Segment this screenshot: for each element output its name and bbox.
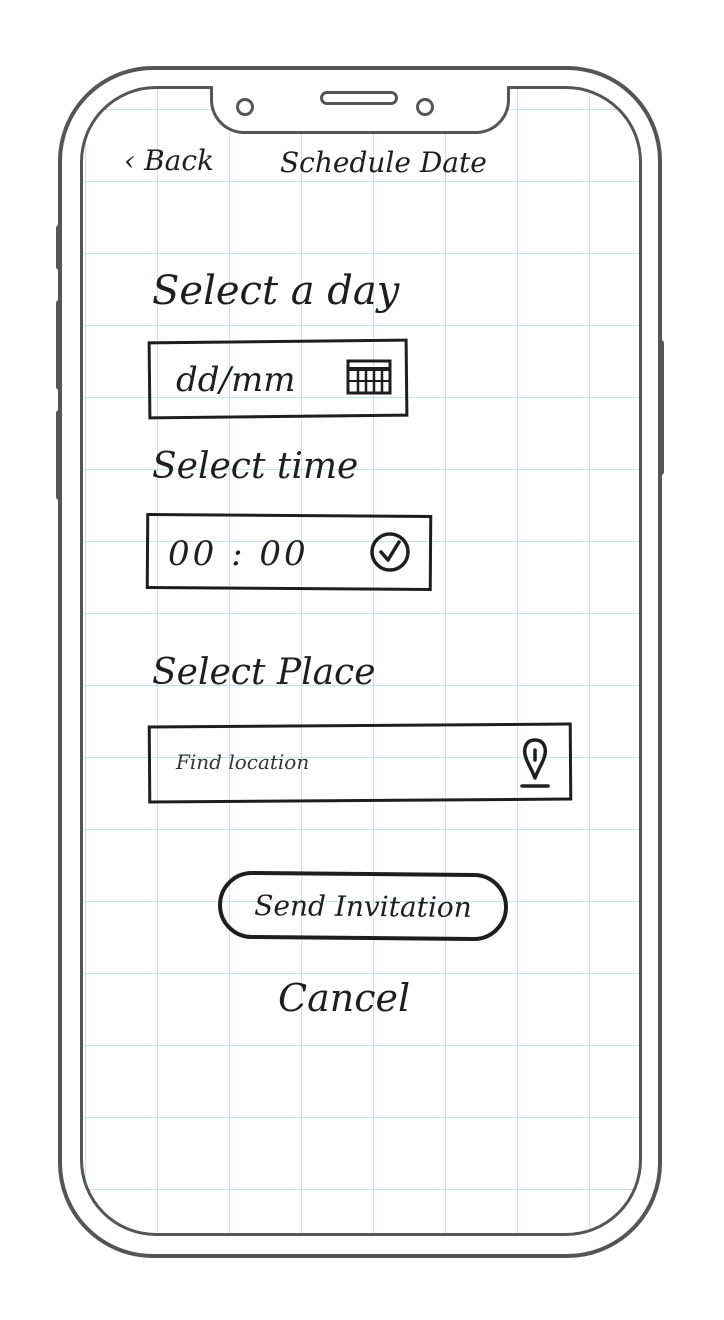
select-day-label: Select a day xyxy=(152,268,400,314)
date-field-placeholder: dd/mm xyxy=(176,360,296,400)
page-title: Schedule Date xyxy=(280,146,487,179)
earpiece-speaker xyxy=(320,91,398,105)
location-search-placeholder: Find location xyxy=(176,750,310,774)
location-pin-icon[interactable] xyxy=(518,736,552,792)
calendar-icon[interactable] xyxy=(346,358,392,396)
send-invitation-button[interactable]: Send Invitation xyxy=(217,870,509,942)
sensor-icon xyxy=(416,98,434,116)
cancel-button[interactable]: Cancel xyxy=(278,976,410,1020)
back-button[interactable]: ‹ Back xyxy=(124,144,214,177)
time-field-placeholder: 00 : 00 xyxy=(168,534,309,574)
front-camera-icon xyxy=(236,98,254,116)
select-time-label: Select time xyxy=(152,446,359,487)
select-place-label: Select Place xyxy=(152,652,376,693)
clock-icon[interactable] xyxy=(368,530,412,574)
